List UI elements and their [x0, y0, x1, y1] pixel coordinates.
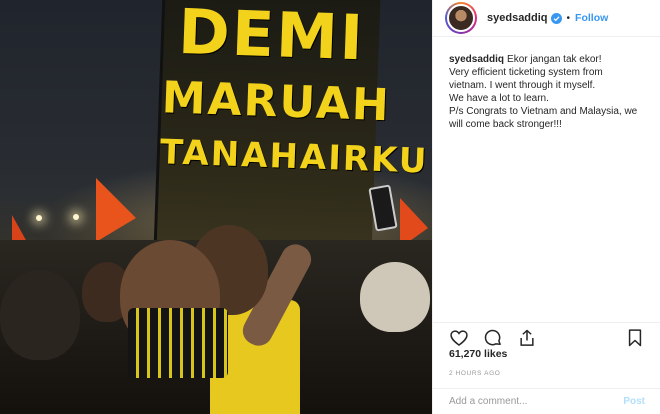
username-link[interactable]: syedsaddiq — [487, 12, 548, 24]
bookmark-icon[interactable] — [625, 328, 645, 348]
crowd-person — [0, 270, 80, 360]
share-icon[interactable] — [517, 328, 537, 348]
avatar[interactable] — [445, 2, 477, 34]
post-sidebar: syedsaddiq • Follow syedsaddiq Ekor janga… — [432, 0, 660, 414]
caption-text: Ekor jangan tak ekor! — [507, 54, 602, 65]
separator-dot: • — [566, 12, 571, 24]
orange-flag — [96, 178, 136, 242]
crowd-person — [360, 262, 430, 332]
street-light — [36, 215, 42, 221]
caption-line: Very efficient ticketing system from — [449, 67, 603, 78]
heart-icon[interactable] — [449, 328, 469, 348]
caption-line: will come back stronger!!! — [449, 119, 562, 130]
post-comment-button[interactable]: Post — [623, 396, 645, 407]
post-timestamp[interactable]: 2 HOURS AGO — [449, 370, 500, 377]
follow-button[interactable]: Follow — [575, 12, 608, 24]
banner-line: MARUAH — [160, 72, 392, 132]
banner-line: TANAHAIRKU — [159, 132, 430, 182]
comment-icon[interactable] — [483, 328, 503, 348]
likes-count[interactable]: 61,270 likes — [449, 348, 507, 360]
post-image[interactable]: DEMI MARUAH TANAHAIRKU — [0, 0, 432, 414]
verified-badge-icon — [550, 12, 562, 24]
comment-box: Post — [433, 388, 660, 414]
caption-line: syedsaddiq Ekor jangan tak ekor! — [449, 53, 646, 66]
supporter-scarf — [128, 308, 228, 378]
caption-username[interactable]: syedsaddiq — [449, 54, 504, 65]
caption: syedsaddiq Ekor jangan tak ekor! Very eff… — [433, 37, 660, 323]
caption-line: vietnam. I went through it myself. — [449, 80, 596, 91]
banner-line: DEMI — [177, 0, 367, 75]
post-header: syedsaddiq • Follow — [433, 0, 660, 37]
supporter-banner: DEMI MARUAH TANAHAIRKU — [153, 0, 430, 262]
street-light — [73, 214, 79, 220]
comment-input[interactable] — [449, 396, 609, 407]
caption-line: We have a lot to learn. — [449, 93, 549, 104]
caption-line: P/s Congrats to Vietnam and Malaysia, we — [449, 106, 638, 117]
avatar-image — [447, 4, 475, 32]
